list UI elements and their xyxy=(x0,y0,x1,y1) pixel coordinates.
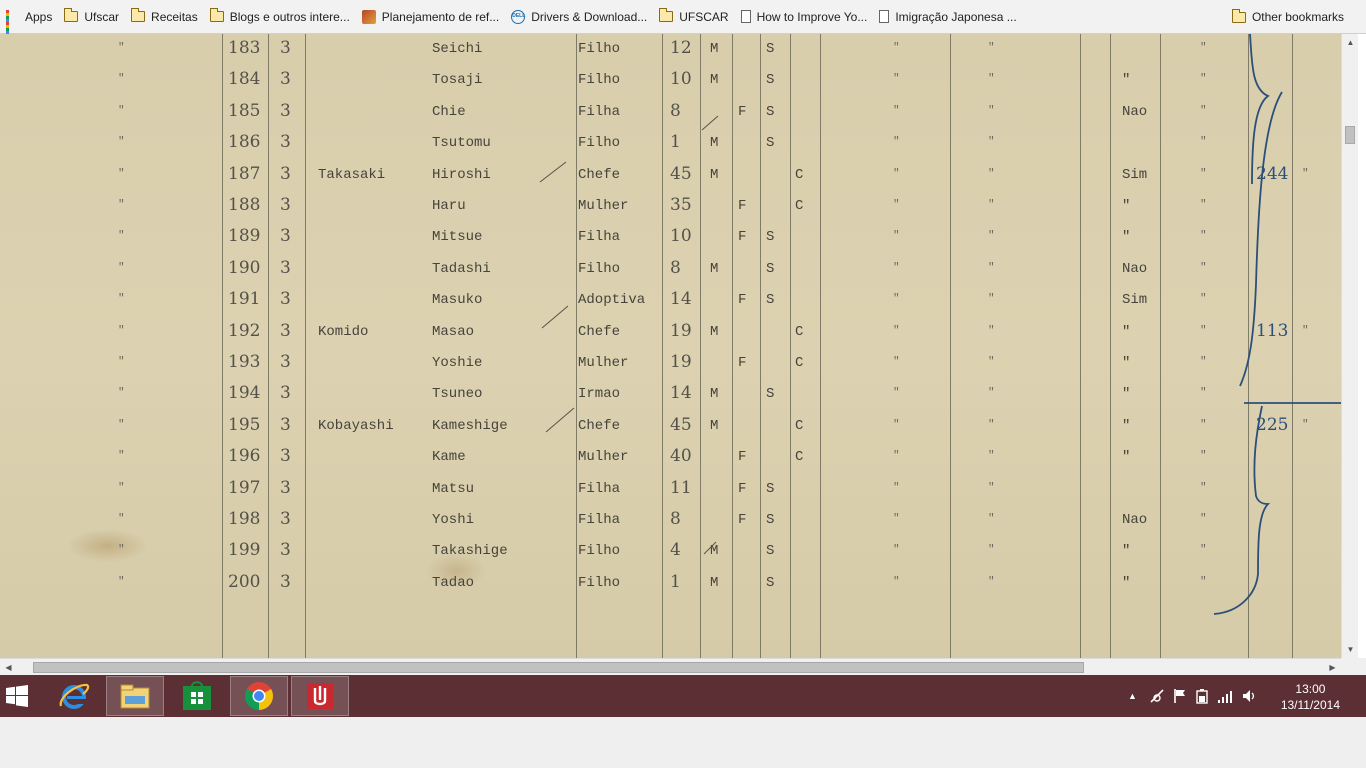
taskbar-chrome[interactable] xyxy=(230,676,288,716)
folder-icon xyxy=(131,8,146,22)
folder-icon xyxy=(209,8,224,22)
document-viewport[interactable]: 183 3 Seichi Filho 12 M S " " " " 184 3 Tosaji Filho 10… xyxy=(0,34,1341,658)
clock-date: 13/11/2014 xyxy=(1280,698,1340,712)
folder-icon xyxy=(659,8,674,22)
bookmark-blogs[interactable]: Blogs e outros intere... xyxy=(204,3,356,31)
chevron-up-icon[interactable]: ▲ xyxy=(1128,691,1137,701)
site-favicon xyxy=(361,9,376,24)
desktop-background xyxy=(0,717,1366,768)
store-icon xyxy=(183,681,211,710)
vertical-scroll-thumb[interactable] xyxy=(1345,126,1355,144)
bookmark-label: Apps xyxy=(25,9,53,24)
page-icon xyxy=(740,10,751,23)
scroll-right-arrow-icon[interactable]: ▶ xyxy=(1324,659,1341,676)
other-bookmarks-label: Other bookmarks xyxy=(1251,10,1344,24)
bookmark-label: Planejamento de ref... xyxy=(381,9,500,24)
speaker-icon[interactable] xyxy=(1241,688,1257,704)
folder-icon xyxy=(64,8,79,22)
scroll-up-arrow-icon[interactable]: ▲ xyxy=(1342,34,1359,51)
clock-time: 13:00 xyxy=(1295,682,1326,696)
bookmark-drivers[interactable]: DELL Drivers & Download... xyxy=(505,3,653,31)
bookmark-planejamento[interactable]: Planejamento de ref... xyxy=(356,3,505,31)
bookmark-apps[interactable]: Apps xyxy=(0,3,58,37)
scroll-down-arrow-icon[interactable]: ▼ xyxy=(1342,641,1359,658)
page-icon xyxy=(879,10,890,23)
chrome-icon xyxy=(245,682,273,710)
apps-grid-icon xyxy=(6,10,19,37)
pdf-icon xyxy=(307,683,333,709)
bookmark-label: UFSCAR xyxy=(679,9,729,24)
folder-icon xyxy=(120,684,150,709)
scrollbar-corner xyxy=(1341,658,1366,675)
bookmarks-bar: Apps Ufscar Receitas Blogs e outros inte… xyxy=(0,0,1366,37)
flag-icon[interactable] xyxy=(1173,688,1187,704)
windows-taskbar: ▲ 13:00 13/11/2014 xyxy=(0,675,1366,717)
blue-ink-brackets xyxy=(539,34,1341,615)
bookmark-label: Receitas xyxy=(151,9,198,24)
network-icon[interactable] xyxy=(1149,688,1165,704)
taskbar-pdf-viewer[interactable] xyxy=(291,676,349,716)
vertical-scrollbar[interactable]: ▲ ▼ xyxy=(1341,34,1359,658)
battery-icon[interactable] xyxy=(1195,688,1209,704)
dell-icon: DELL xyxy=(511,9,525,24)
other-bookmarks[interactable]: Other bookmarks xyxy=(1226,3,1350,31)
bookmark-how-to-improve[interactable]: How to Improve Yo... xyxy=(735,3,874,31)
bookmark-label: Drivers & Download... xyxy=(531,9,648,24)
bookmark-imigracao[interactable]: Imigração Japonesa ... xyxy=(873,3,1022,31)
bookmark-ufscar[interactable]: Ufscar xyxy=(58,3,125,31)
scroll-left-arrow-icon[interactable]: ◀ xyxy=(0,659,17,676)
folder-icon xyxy=(1231,8,1246,23)
bookmark-ufscar-folder[interactable]: UFSCAR xyxy=(653,3,734,31)
bookmark-label: Blogs e outros intere... xyxy=(229,9,350,24)
taskbar-clock[interactable]: 13:00 13/11/2014 xyxy=(1281,681,1340,713)
system-tray: ▲ xyxy=(1128,675,1257,717)
bookmark-label: Imigração Japonesa ... xyxy=(895,9,1017,24)
bookmark-label: How to Improve Yo... xyxy=(756,9,868,24)
windows-logo-icon xyxy=(6,685,28,707)
bookmark-label: Ufscar xyxy=(84,9,120,24)
taskbar-file-explorer[interactable] xyxy=(106,676,164,716)
taskbar-windows-store[interactable] xyxy=(168,676,226,716)
signal-bars-icon[interactable] xyxy=(1217,688,1233,704)
taskbar-internet-explorer[interactable] xyxy=(45,676,103,716)
window-edge xyxy=(1358,34,1366,658)
horizontal-scrollbar[interactable]: ◀ ▶ xyxy=(0,658,1341,675)
bookmark-receitas[interactable]: Receitas xyxy=(125,3,204,31)
internet-explorer-icon xyxy=(59,683,90,709)
start-button[interactable] xyxy=(0,676,34,716)
horizontal-scroll-thumb[interactable] xyxy=(33,662,1084,673)
